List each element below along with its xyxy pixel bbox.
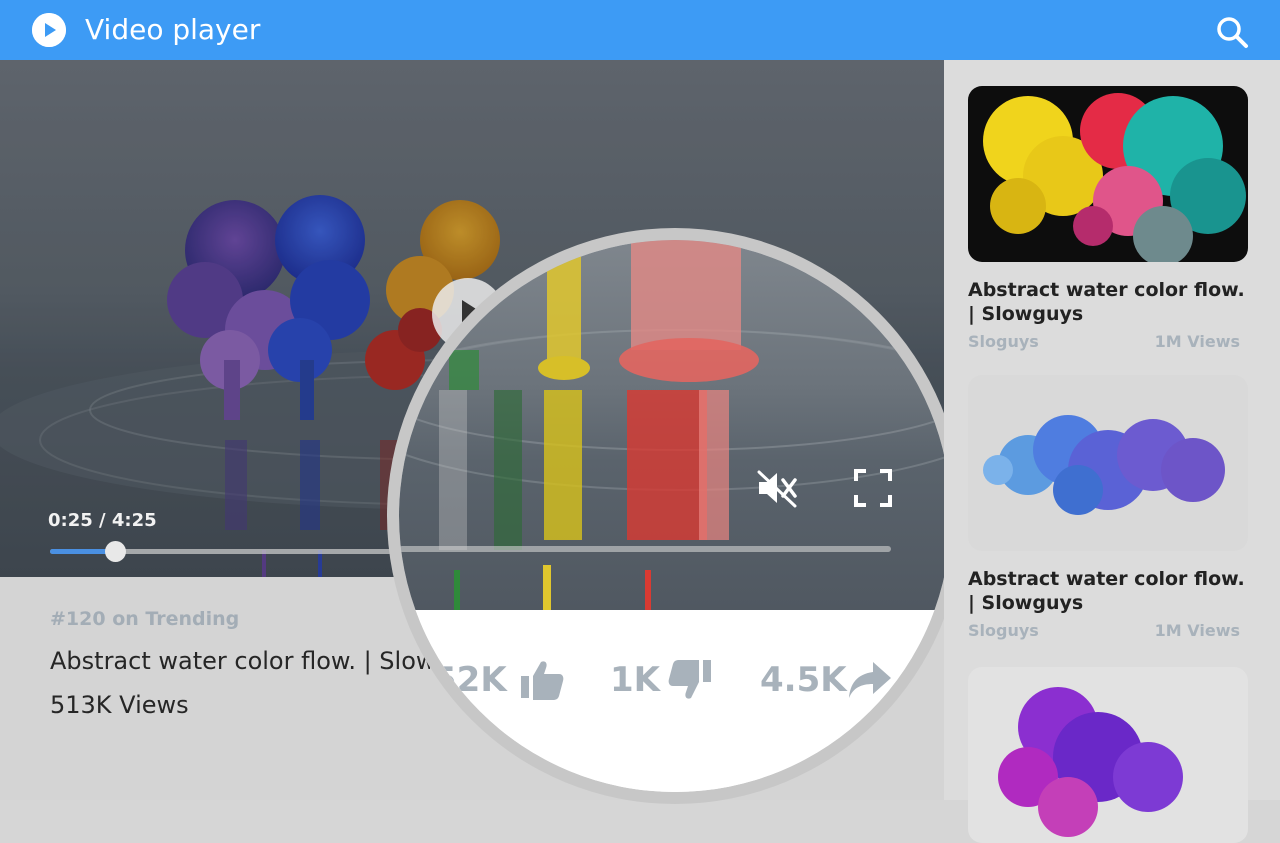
play-circle-icon[interactable] [32,13,66,47]
trending-rank: #120 on Trending [50,608,240,630]
fullscreen-icon[interactable] [853,468,893,508]
app-header: Video player [0,0,1280,60]
related-video-title[interactable]: Abstract water color flow. | Slowguys [968,278,1248,326]
related-video-title[interactable]: Abstract water color flow. | Slowguys [968,567,1248,615]
main-content: 0:25 / 4:25 #120 on Trending Abstract wa… [0,60,963,804]
mute-icon[interactable] [755,468,799,508]
magnified-video-image [399,240,951,610]
magnified-progress-bar[interactable] [399,546,891,552]
share-count: 4.5K [760,660,847,700]
video-title: Abstract water color flow. | Slowguys [50,647,430,675]
dislike-count: 1K [610,660,661,700]
magnifier-lens: 52K 1K 4.5K [387,228,963,804]
share-icon[interactable] [847,658,893,702]
related-video-views: 1M Views [1154,621,1240,640]
related-video-channel: Sloguys [968,332,1039,351]
video-thumbnail[interactable] [968,86,1248,262]
app-title: Video player [85,13,261,46]
related-video-channel: Sloguys [968,621,1039,640]
view-count: 513K Views [50,691,189,719]
thumbs-up-icon[interactable] [519,658,565,702]
time-readout: 0:25 / 4:25 [48,510,157,531]
related-video-views: 1M Views [1154,332,1240,351]
search-icon[interactable] [1214,14,1250,50]
related-videos-sidebar: Abstract water color flow. | Slowguys Sl… [944,60,1280,843]
thumbs-down-icon[interactable] [667,658,713,702]
video-thumbnail[interactable] [968,667,1248,843]
magnified-video [399,240,951,610]
progress-handle[interactable] [104,541,126,562]
video-thumbnail[interactable] [968,375,1248,551]
like-count: 52K [433,660,507,700]
magnifier-content: 52K 1K 4.5K [399,240,951,792]
